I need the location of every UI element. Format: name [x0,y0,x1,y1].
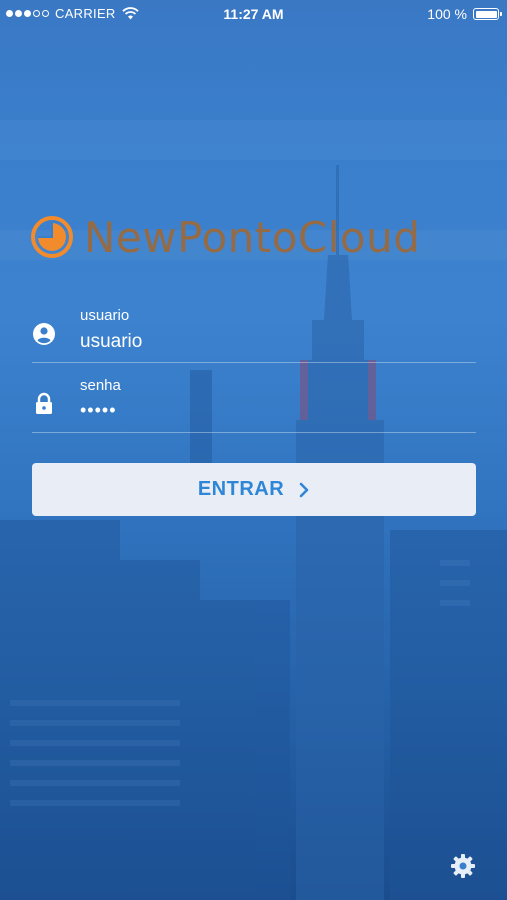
battery-icon [473,8,502,20]
password-label: senha [80,377,121,394]
username-label: usuario [80,307,130,324]
username-input[interactable]: usuario [80,331,142,353]
entrar-button-label: ENTRAR [197,478,285,500]
clock-logo-icon [31,216,73,258]
entrar-button[interactable]: ENTRAR [32,463,476,516]
password-field[interactable]: senha ••••• [32,372,476,433]
lock-icon [36,392,52,414]
gear-icon[interactable] [450,853,476,879]
brand-name: NewPontoCloud [84,212,421,262]
password-input[interactable]: ••••• [80,400,117,421]
username-field[interactable]: usuario usuario [32,302,476,363]
battery-percentage: 100 % [427,6,467,22]
brand-logo: NewPontoCloud [30,212,478,262]
status-bar-right: 100 % [427,6,502,22]
chevron-right-icon [299,482,309,497]
city-background [0,0,507,900]
user-circle-icon [33,323,55,345]
status-bar: CARRIER 11:27 AM 100 % [0,0,507,28]
